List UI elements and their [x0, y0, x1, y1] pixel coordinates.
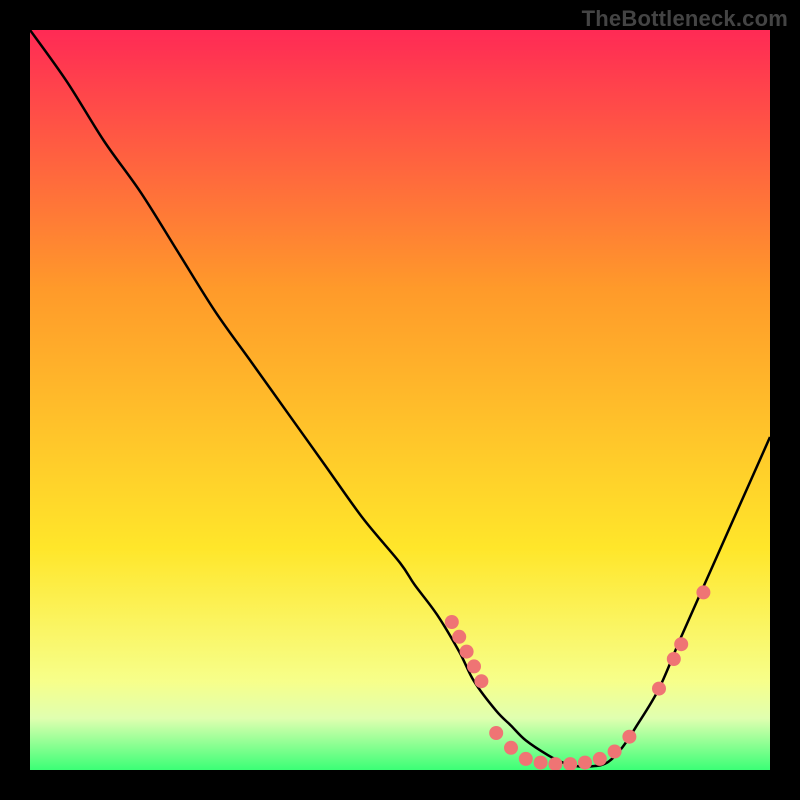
marker-bottom-2 — [504, 741, 518, 755]
marker-left-cluster-2 — [452, 630, 466, 644]
chart-stage: TheBottleneck.com — [0, 0, 800, 800]
marker-bottom-10 — [622, 730, 636, 744]
marker-left-cluster-1 — [445, 615, 459, 629]
marker-bottom-4 — [534, 756, 548, 770]
gradient-rect — [30, 30, 770, 770]
watermark-text: TheBottleneck.com — [582, 6, 788, 32]
marker-bottom-1 — [489, 726, 503, 740]
marker-bottom-3 — [519, 752, 533, 766]
plot-area — [30, 30, 770, 770]
marker-left-cluster-3 — [460, 645, 474, 659]
marker-right-2 — [667, 652, 681, 666]
marker-right-4 — [696, 585, 710, 599]
marker-right-3 — [674, 637, 688, 651]
marker-left-cluster-5 — [474, 674, 488, 688]
marker-left-cluster-4 — [467, 659, 481, 673]
marker-bottom-8 — [593, 752, 607, 766]
marker-bottom-7 — [578, 756, 592, 770]
marker-bottom-9 — [608, 745, 622, 759]
plot-svg — [30, 30, 770, 770]
marker-right-1 — [652, 682, 666, 696]
